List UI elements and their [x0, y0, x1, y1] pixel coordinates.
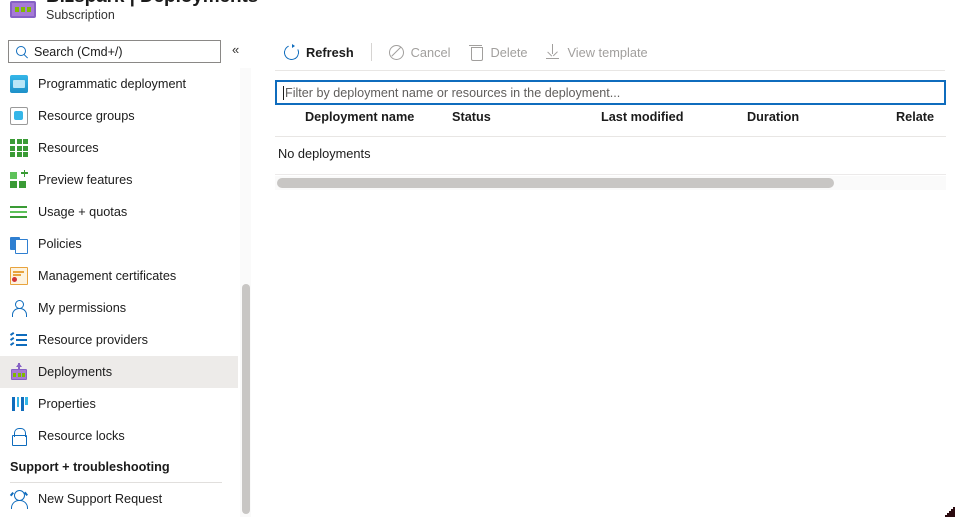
sidebar-item-new-support-request[interactable]: New Support Request [0, 483, 238, 515]
resource-providers-icon [9, 331, 28, 349]
resize-grip[interactable] [939, 501, 955, 517]
management-certificates-icon [10, 267, 28, 285]
sidebar-item-label: Resource groups [38, 109, 135, 123]
toolbar-separator [370, 43, 372, 61]
deployments-icon [10, 363, 28, 381]
table-bottom-divider [275, 174, 946, 175]
sidebar-item-label: Programmatic deployment [38, 77, 187, 91]
sidebar-item-label: My permissions [38, 301, 127, 315]
resource-groups-icon [10, 107, 28, 125]
azure-portal-blade: Bizspark | Deployments Subscription Sear… [0, 0, 955, 517]
new-support-request-icon [9, 490, 28, 509]
sidebar-item-label: Management certificates [38, 269, 177, 283]
text-caret [283, 85, 284, 100]
refresh-label: Refresh [306, 44, 354, 60]
sidebar-item-resource-providers[interactable]: Resource providers [0, 324, 238, 356]
page-subtitle: Subscription [46, 8, 115, 22]
resources-icon [10, 139, 28, 157]
cancel-icon [388, 44, 404, 60]
preview-features-icon [10, 169, 28, 189]
toolbar-divider [275, 70, 945, 71]
sidebar-item-preview-features[interactable]: Preview features [0, 164, 238, 196]
policies-icon [10, 235, 28, 254]
resource-locks-icon [10, 427, 28, 446]
subscription-icon [10, 1, 36, 18]
table-horizontal-scrollbar-thumb[interactable] [277, 178, 834, 188]
sidebar: Search (Cmd+/) « Programmatic deployment… [0, 32, 252, 517]
sidebar-item-label: Usage + quotas [38, 205, 128, 219]
my-permissions-icon [10, 299, 28, 317]
cancel-label: Cancel [410, 44, 451, 60]
collapse-sidebar-button[interactable]: « [232, 43, 239, 56]
filter-placeholder: Filter by deployment name or resources i… [285, 85, 621, 100]
delete-label: Delete [490, 44, 528, 60]
sidebar-item-label: Deployments [38, 365, 113, 379]
sidebar-item-label: Resources [38, 141, 99, 155]
column-header-related[interactable]: Relate [896, 110, 934, 124]
sidebar-menu: Programmatic deployment Resource groups … [0, 68, 238, 515]
column-header-status[interactable]: Status [452, 110, 491, 124]
programmatic-deployment-icon [10, 75, 28, 93]
sidebar-item-policies[interactable]: Policies [0, 228, 238, 260]
search-placeholder: Search (Cmd+/) [34, 44, 123, 59]
column-header-deployment-name[interactable]: Deployment name [305, 110, 414, 124]
sidebar-item-my-permissions[interactable]: My permissions [0, 292, 238, 324]
filter-input[interactable]: Filter by deployment name or resources i… [275, 80, 946, 105]
sidebar-item-label: Properties [38, 397, 96, 411]
usage-quotas-icon [10, 203, 28, 221]
view-template-label: View template [567, 44, 648, 60]
sidebar-item-usage-quotas[interactable]: Usage + quotas [0, 196, 238, 228]
sidebar-scrollbar-thumb[interactable] [242, 284, 250, 514]
sidebar-item-label: Policies [38, 237, 82, 251]
search-input[interactable]: Search (Cmd+/) [8, 40, 221, 63]
sidebar-item-label: Preview features [38, 173, 133, 187]
command-toolbar: Refresh Cancel Delete View template [275, 38, 657, 66]
page-title: Bizspark | Deployments [46, 0, 258, 8]
sidebar-item-label: New Support Request [38, 492, 163, 506]
sidebar-item-resource-locks[interactable]: Resource locks [0, 420, 238, 452]
sidebar-item-label: Resource providers [38, 333, 149, 347]
properties-icon [10, 395, 28, 413]
sidebar-item-resource-groups[interactable]: Resource groups [0, 100, 238, 132]
table-header-divider [275, 136, 946, 137]
cancel-button[interactable]: Cancel [380, 38, 460, 66]
refresh-icon [284, 44, 299, 60]
column-header-last-modified[interactable]: Last modified [601, 110, 683, 124]
sidebar-item-management-certificates[interactable]: Management certificates [0, 260, 238, 292]
refresh-button[interactable]: Refresh [275, 38, 363, 66]
empty-state-message: No deployments [278, 146, 371, 161]
delete-button[interactable]: Delete [460, 38, 537, 66]
search-icon [15, 45, 29, 59]
sidebar-item-programmatic-deployment[interactable]: Programmatic deployment [0, 68, 238, 100]
blade-header: Bizspark | Deployments Subscription [0, 0, 260, 30]
sidebar-item-properties[interactable]: Properties [0, 388, 238, 420]
table-header-row: Deployment name Status Last modified Dur… [275, 110, 946, 135]
delete-icon [469, 44, 484, 61]
sidebar-item-deployments[interactable]: Deployments [0, 356, 238, 388]
column-header-duration[interactable]: Duration [747, 110, 799, 124]
sidebar-group-header: Support + troubleshooting [10, 460, 170, 474]
view-template-button[interactable]: View template [537, 38, 657, 66]
main-content: Refresh Cancel Delete View template Filt… [264, 0, 955, 517]
sidebar-item-label: Resource locks [38, 429, 125, 443]
download-icon [546, 44, 561, 60]
sidebar-item-resources[interactable]: Resources [0, 132, 238, 164]
